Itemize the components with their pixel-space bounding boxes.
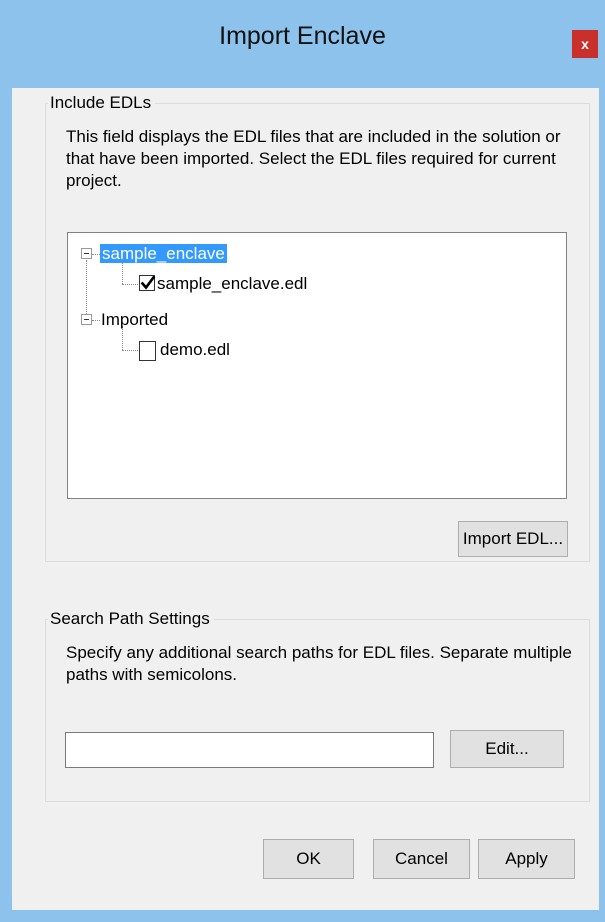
tree-node-sample-enclave-edl[interactable]: sample_enclave.edl [157,273,307,295]
cancel-button[interactable]: Cancel [373,839,470,879]
dialog-window: Import Enclave x Include EDLs This field… [0,0,605,922]
collapse-icon[interactable] [81,248,92,259]
tree-node-imported[interactable]: Imported [101,309,168,331]
search-path-description: Specify any additional search paths for … [66,642,586,686]
tree-connector [92,320,100,321]
ok-button[interactable]: OK [263,839,354,879]
tree-connector [92,254,100,255]
edit-button[interactable]: Edit... [450,730,564,768]
description-line: that have been imported. Select the EDL … [66,149,556,168]
import-edl-button[interactable]: Import EDL... [458,521,568,557]
edl-tree-view[interactable]: sample_enclave sample_enclave.edl Import… [67,232,567,499]
tree-connector [122,284,138,285]
tree-connector [122,350,138,351]
collapse-icon[interactable] [81,314,92,325]
close-button[interactable]: x [572,30,598,58]
description-line: Specify any additional search paths for … [66,643,572,662]
checkbox-demo-edl[interactable] [139,341,156,361]
dialog-client-area: Include EDLs This field displays the EDL… [12,88,599,910]
include-edls-group: Include EDLs This field displays the EDL… [45,93,590,562]
tree-node-label: Imported [101,310,169,329]
apply-button[interactable]: Apply [478,839,575,879]
tree-node-label: sample_enclave [100,244,227,263]
include-edls-legend: Include EDLs [48,93,156,113]
search-path-legend: Search Path Settings [48,609,214,629]
tree-node-demo-edl[interactable]: demo.edl [160,339,230,361]
close-icon: x [581,36,589,52]
include-edls-description: This field displays the EDL files that a… [66,126,586,192]
description-line: This field displays the EDL files that a… [66,127,561,146]
tree-node-sample-enclave[interactable]: sample_enclave [100,243,227,265]
title-bar[interactable]: Import Enclave x [0,0,605,88]
search-path-input[interactable] [65,732,434,768]
description-line: project. [66,171,122,190]
tree-node-label: sample_enclave.edl [157,274,308,293]
window-title: Import Enclave [219,22,386,50]
tree-node-label: demo.edl [160,340,230,359]
checkmark-icon [140,275,156,290]
tree-connector [86,260,87,314]
search-path-group: Search Path Settings Specify any additio… [45,609,590,802]
checkbox-sample-enclave-edl[interactable] [139,275,156,291]
description-line: paths with semicolons. [66,665,238,684]
